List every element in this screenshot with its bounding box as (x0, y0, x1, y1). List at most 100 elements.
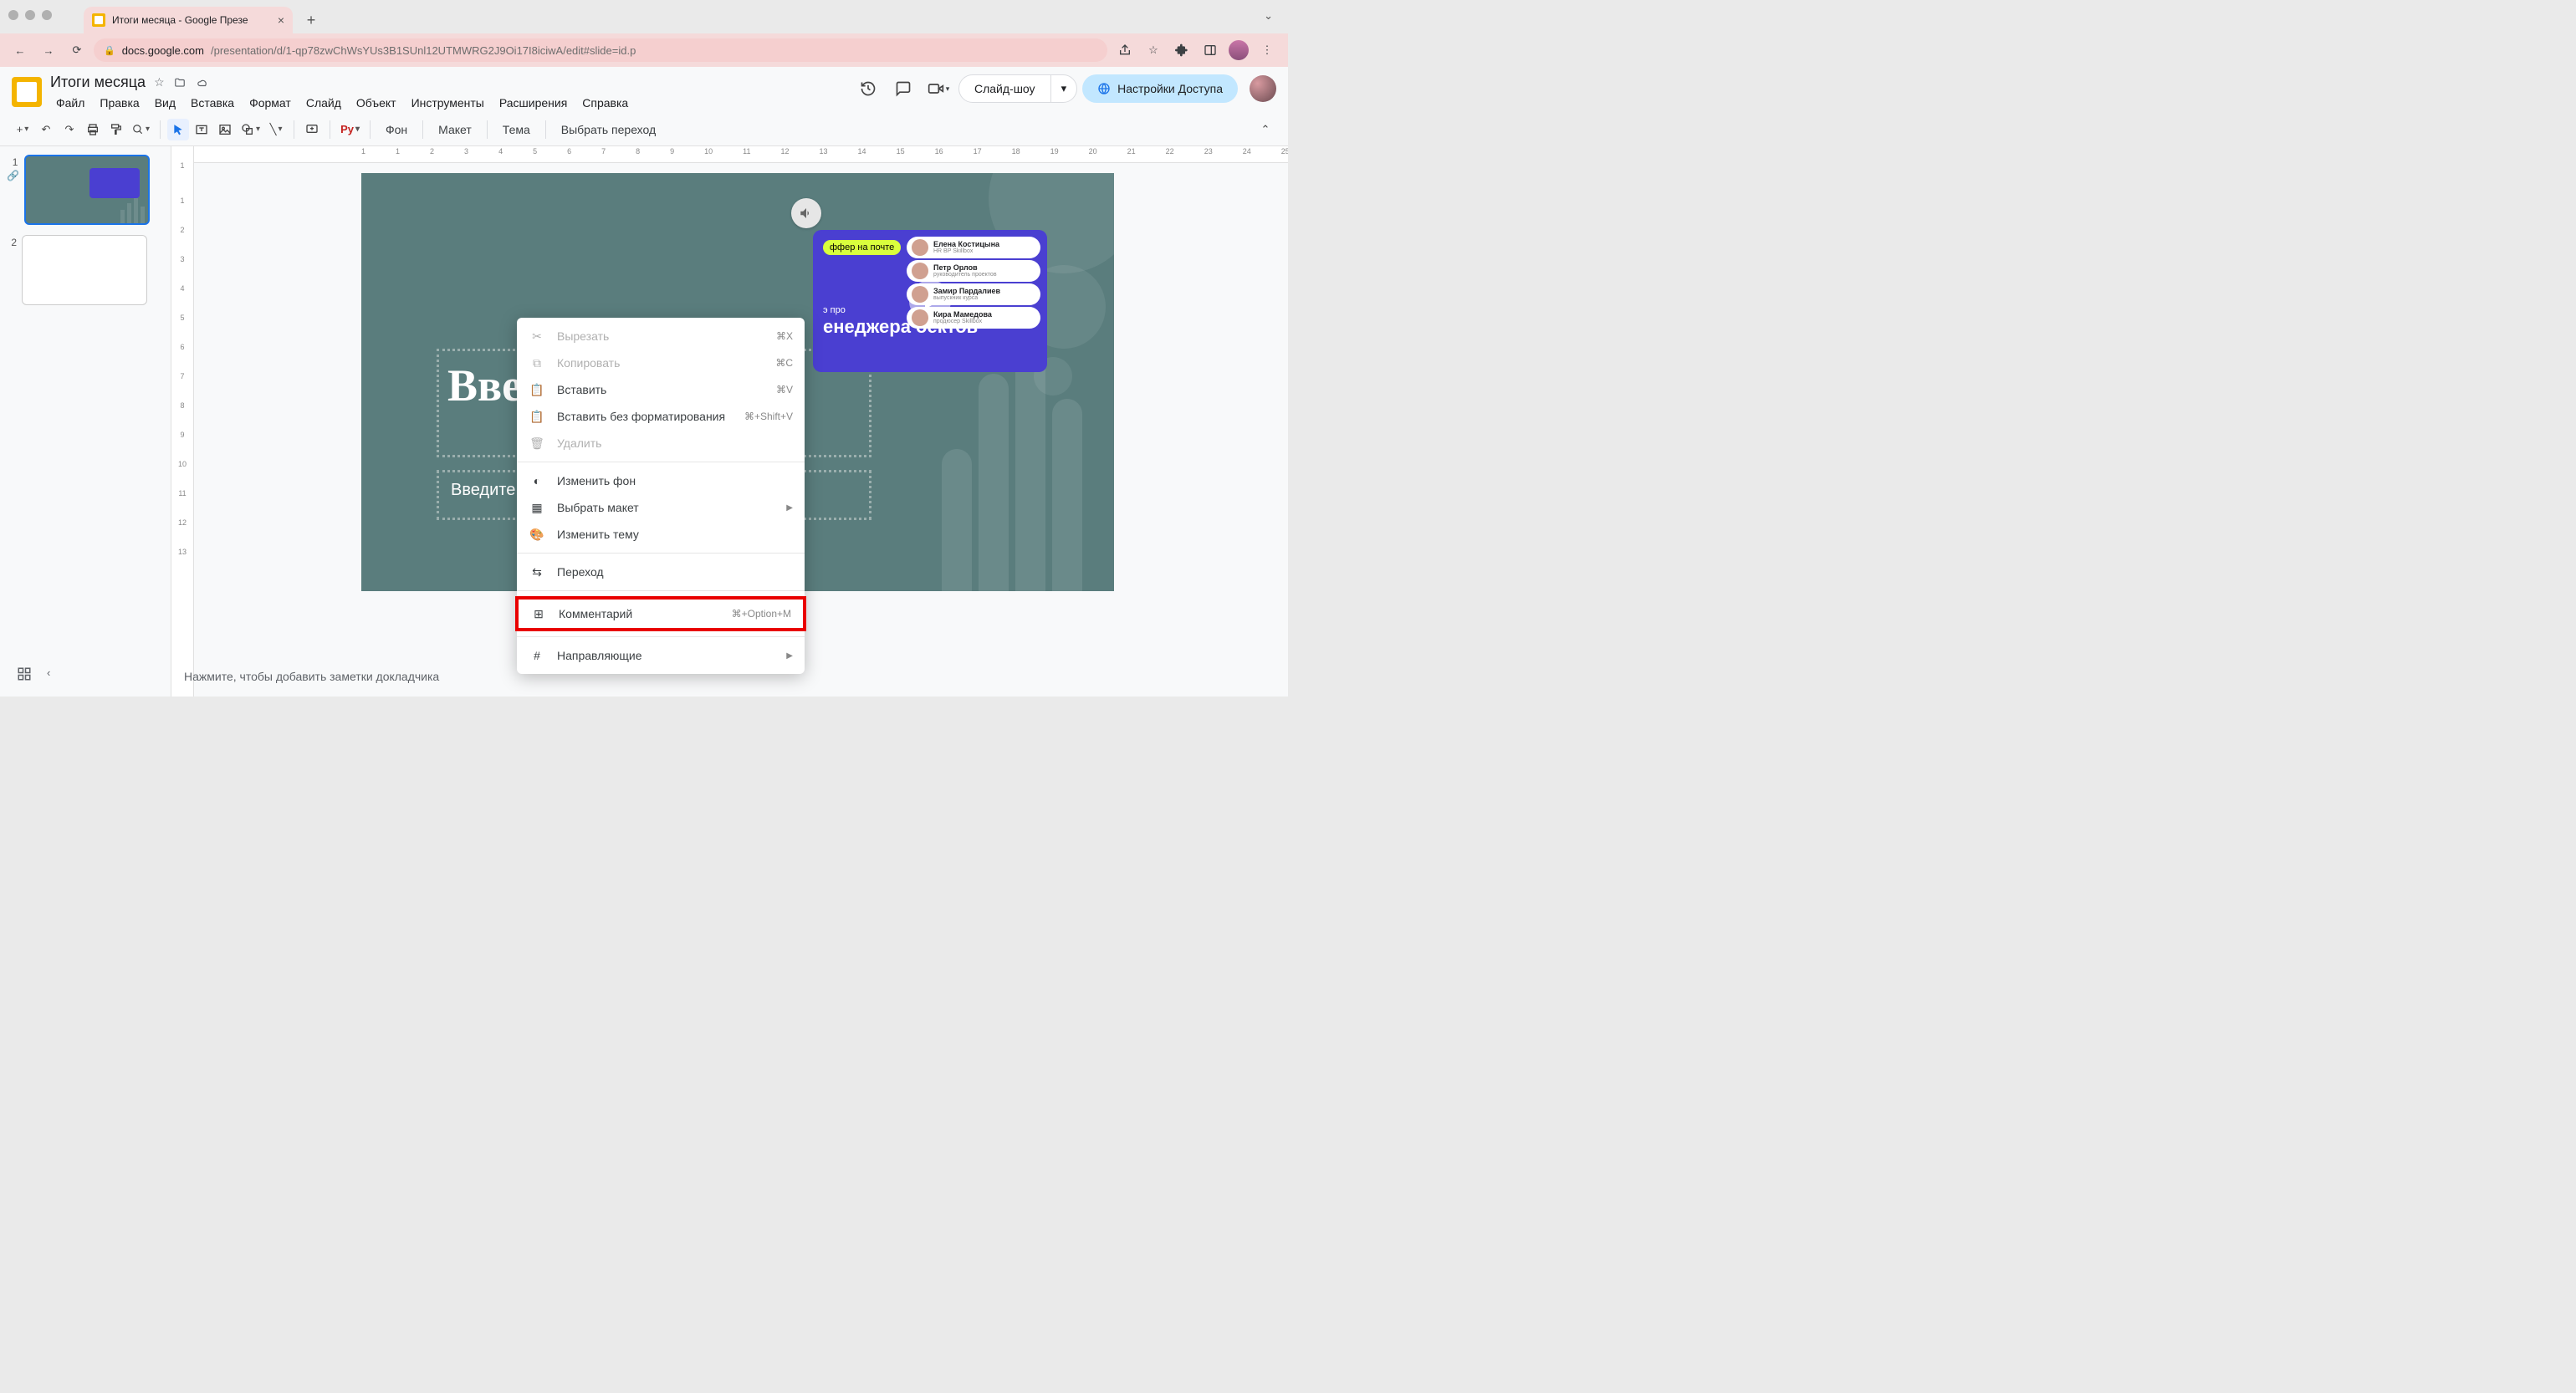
undo-button[interactable]: ↶ (35, 119, 57, 140)
menu-extensions[interactable]: Расширения (493, 93, 573, 113)
extensions-icon[interactable] (1169, 38, 1194, 63)
select-tool[interactable] (167, 119, 189, 140)
share-label: Настройки Доступа (1117, 82, 1223, 95)
background-button[interactable]: Фон (377, 123, 416, 136)
back-button[interactable]: ← (8, 38, 32, 62)
layout-icon: ▦ (529, 501, 545, 515)
person-card: Кира Мамедовапродюсер Skillbox (907, 307, 1040, 329)
slides-logo-icon[interactable] (12, 77, 42, 107)
comments-button[interactable] (888, 74, 918, 104)
tabstrip-chevron-icon[interactable]: ⌄ (1264, 9, 1273, 23)
bottom-left-controls: ‹ (17, 666, 50, 681)
thumb-number: 2 (7, 235, 17, 305)
slide-thumbnail-2[interactable] (22, 235, 147, 305)
browser-tab-active[interactable]: Итоги месяца - Google Презе × (84, 7, 293, 33)
close-tab-icon[interactable]: × (278, 13, 284, 27)
star-icon[interactable]: ☆ (154, 75, 165, 89)
move-folder-icon[interactable] (173, 77, 187, 89)
present-options-button[interactable]: ▾ (1051, 75, 1077, 102)
transition-button[interactable]: Выбрать переход (553, 123, 664, 136)
new-tab-button[interactable]: + (299, 8, 323, 32)
menu-object[interactable]: Объект (350, 93, 402, 113)
print-button[interactable] (82, 119, 104, 140)
add-comment-icon: ⊞ (530, 607, 547, 621)
history-button[interactable] (853, 74, 883, 104)
meet-button[interactable]: ▾ (923, 74, 953, 104)
document-title[interactable]: Итоги месяца (50, 74, 146, 91)
new-slide-button[interactable]: +▾ (12, 119, 33, 140)
menu-insert[interactable]: Вставка (185, 93, 240, 113)
ctx-guides[interactable]: #Направляющие▶ (517, 642, 805, 669)
thumb-row-1[interactable]: 1 🔗 (7, 155, 161, 225)
minimize-window-icon[interactable] (25, 10, 35, 20)
person-card: Петр Орловруководитель проектов (907, 260, 1040, 282)
menu-tools[interactable]: Инструменты (406, 93, 490, 113)
copy-icon: ⧉ (529, 356, 545, 370)
ctx-separator (517, 636, 805, 637)
theme-button[interactable]: Тема (494, 123, 539, 136)
video-text-small: э про (823, 305, 846, 315)
close-window-icon[interactable] (8, 10, 18, 20)
explore-button[interactable] (17, 666, 32, 681)
menu-slide[interactable]: Слайд (300, 93, 347, 113)
zoom-button[interactable]: ▾ (129, 119, 153, 140)
ctx-change-bg[interactable]: ◐Изменить фон (517, 467, 805, 494)
ctx-comment[interactable]: ⊞Комментарий⌘+Option+M (515, 596, 806, 631)
ctx-transition[interactable]: ⇆Переход (517, 559, 805, 585)
slides-favicon-icon (92, 13, 105, 27)
bookmark-icon[interactable]: ☆ (1141, 38, 1166, 63)
paint-format-button[interactable] (105, 119, 127, 140)
ctx-choose-layout[interactable]: ▦Выбрать макет▶ (517, 494, 805, 521)
line-tool[interactable]: ╲▾ (265, 119, 287, 140)
profile-avatar[interactable] (1226, 38, 1251, 63)
background-icon: ◐ (529, 474, 545, 487)
ctx-paste[interactable]: 📋Вставить⌘V (517, 376, 805, 403)
sidepanel-icon[interactable] (1198, 38, 1223, 63)
lock-icon: 🔒 (104, 45, 115, 56)
delete-icon: 🗑 (529, 436, 545, 451)
omnibox-actions: ☆ ⋮ (1112, 38, 1280, 63)
share-page-icon[interactable] (1112, 38, 1137, 63)
menu-file[interactable]: Файл (50, 93, 90, 113)
deco-bar (942, 449, 972, 591)
prev-slide-button[interactable]: ‹ (47, 666, 50, 681)
image-tool[interactable] (214, 119, 236, 140)
maximize-window-icon[interactable] (42, 10, 52, 20)
share-button[interactable]: Настройки Доступа (1082, 74, 1238, 103)
lang-indicator[interactable]: Ру▾ (337, 119, 363, 140)
menu-help[interactable]: Справка (576, 93, 634, 113)
video-people-list: Елена КостицынаHR BP Skillbox Петр Орлов… (907, 237, 1040, 329)
ctx-paste-plain[interactable]: 📋Вставить без форматирования⌘+Shift+V (517, 403, 805, 430)
cloud-status-icon[interactable] (195, 77, 210, 89)
layout-button[interactable]: Макет (430, 123, 480, 136)
menu-format[interactable]: Формат (243, 93, 297, 113)
present-button-group: Слайд-шоу ▾ (958, 74, 1077, 103)
reload-button[interactable]: ⟳ (65, 38, 89, 62)
forward-button[interactable]: → (37, 38, 60, 62)
thumb-row-2[interactable]: 2 (7, 235, 161, 305)
textbox-tool[interactable] (191, 119, 212, 140)
browser-menu-icon[interactable]: ⋮ (1255, 38, 1280, 63)
speaker-notes-prompt[interactable]: Нажмите, чтобы добавить заметки докладчи… (184, 670, 439, 683)
address-bar[interactable]: 🔒 docs.google.com/presentation/d/1-qp78z… (94, 38, 1107, 62)
ctx-change-theme[interactable]: 🎨Изменить тему (517, 521, 805, 548)
paste-icon: 📋 (529, 383, 545, 397)
menu-edit[interactable]: Правка (94, 93, 145, 113)
filmstrip[interactable]: 1 🔗 2 (0, 146, 167, 696)
audio-icon[interactable] (791, 198, 821, 228)
slide-thumbnail-1[interactable] (24, 155, 150, 225)
submenu-icon: ▶ (786, 503, 793, 513)
collapse-toolbar-button[interactable]: ⌃ (1255, 119, 1276, 140)
comment-tool[interactable] (301, 119, 323, 140)
video-object[interactable]: ффер на почте э про енеджера оектов Елен… (813, 230, 1047, 372)
window-controls[interactable] (8, 10, 52, 20)
horizontal-ruler: 1 1 2 3 4 5 6 7 8 9 10 11 12 13 14 15 16 (194, 146, 1288, 163)
globe-icon (1097, 82, 1111, 95)
present-button[interactable]: Слайд-шоу (959, 75, 1051, 102)
menu-view[interactable]: Вид (149, 93, 181, 113)
account-avatar[interactable] (1250, 75, 1276, 102)
ctx-delete: 🗑Удалить (517, 430, 805, 457)
shape-tool[interactable]: ▾ (238, 119, 263, 140)
redo-button[interactable]: ↷ (59, 119, 80, 140)
browser-tabstrip: Итоги месяца - Google Презе × + (0, 0, 1288, 33)
